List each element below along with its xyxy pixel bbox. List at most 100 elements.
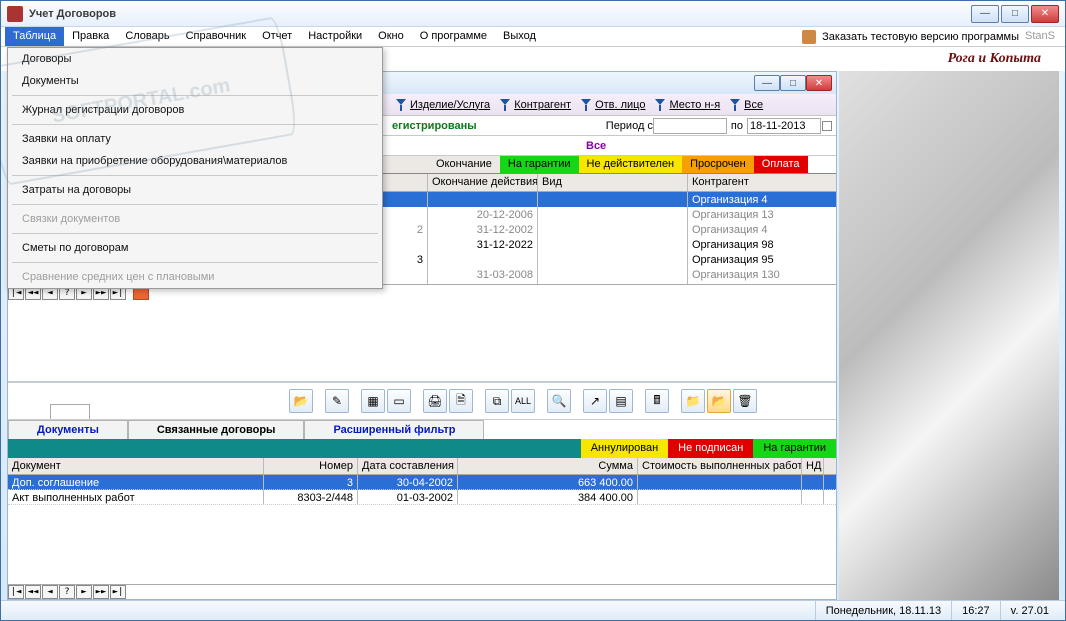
menu-exit[interactable]: Выход [495, 27, 544, 46]
all-button[interactable]: ALL [511, 389, 535, 413]
child-close-button[interactable]: ✕ [806, 75, 832, 91]
menu-otchet[interactable]: Отчет [254, 27, 300, 46]
view-icon[interactable]: ▦ [361, 389, 385, 413]
chip-nep[interactable]: Не подписан [668, 439, 753, 458]
status-chips-strip: Аннулирован Не подписан На гарантии [8, 439, 836, 458]
status-ver: v. 27.01 [1000, 601, 1059, 620]
filter-otv[interactable]: Отв. лицо [595, 99, 645, 111]
dd-sep [12, 204, 378, 205]
status-okonchanie[interactable]: Окончание [428, 156, 500, 173]
registered-label: егистрированы [392, 120, 477, 132]
funnel-icon[interactable] [396, 99, 406, 111]
status-garant[interactable]: На гарантии [500, 156, 579, 173]
col-ctr-header[interactable]: Контрагент [688, 174, 837, 191]
funnel-icon[interactable] [655, 99, 665, 111]
menu-about[interactable]: О программе [412, 27, 495, 46]
company-brand: Рога и Копыта [948, 51, 1041, 67]
calendar-icon[interactable] [822, 121, 832, 131]
copy-icon[interactable]: ⧉ [485, 389, 509, 413]
funnel-icon[interactable] [581, 99, 591, 111]
table-row[interactable]: Акт выполненных работ8303-2/44801-03-200… [8, 490, 836, 505]
app-icon [7, 6, 23, 22]
menu-tablica[interactable]: Таблица [5, 27, 64, 46]
menu-slovar[interactable]: Словарь [117, 27, 177, 46]
dd-zayavki-priobretenie[interactable]: Заявки на приобретение оборудования\мате… [8, 150, 382, 172]
maximize-button[interactable]: □ [1001, 5, 1029, 23]
menu-pravka[interactable]: Правка [64, 27, 117, 46]
order-test-link[interactable]: Заказать тестовую версию программы [802, 27, 1019, 46]
menu-nastroiki[interactable]: Настройки [300, 27, 370, 46]
status-oplata[interactable]: Оплата [754, 156, 808, 173]
grid2-header: Документ Номер Дата составления Сумма Ст… [8, 458, 836, 475]
filter-mesto[interactable]: Место н-я [669, 99, 720, 111]
grid2-nav-row: |◄ ◄◄ ◄ ? ► ►► ►| [8, 584, 836, 599]
close-button[interactable]: ✕ [1031, 5, 1059, 23]
dd-dogovory[interactable]: Договоры [8, 48, 382, 70]
search-icon[interactable]: 🔍 [547, 389, 571, 413]
child-maximize-button[interactable]: □ [780, 75, 806, 91]
edit-icon[interactable]: ✎ [325, 389, 349, 413]
app-window: Учет Договоров — □ ✕ Таблица Правка Слов… [0, 0, 1066, 621]
col-end-header[interactable]: Окончание действия [428, 174, 538, 191]
period-from-input[interactable] [653, 118, 727, 134]
package-icon [802, 30, 816, 44]
dd-journal[interactable]: Журнал регистрации договоров [8, 99, 382, 121]
funnel-icon[interactable] [730, 99, 740, 111]
g2-col-num[interactable]: Номер [264, 458, 358, 474]
filter-vse[interactable]: Все [744, 99, 763, 111]
period-to-input[interactable] [747, 118, 821, 134]
folder-open-icon[interactable]: 📂 [289, 389, 313, 413]
dd-smety[interactable]: Сметы по договорам [8, 237, 382, 259]
dd-zatraty[interactable]: Затраты на договоры [8, 179, 382, 201]
grid2-body[interactable]: Доп. соглашение330-04-2002663 400.00Акт … [8, 475, 836, 584]
folder1-icon[interactable]: 📁 [681, 389, 705, 413]
nav2-q[interactable]: ? [59, 585, 75, 599]
nav2-first[interactable]: |◄ [8, 585, 24, 599]
g2-col-nd[interactable]: НД [802, 458, 824, 474]
filter-izdelie[interactable]: Изделие/Услуга [410, 99, 490, 111]
nav2-last[interactable]: ►| [110, 585, 126, 599]
vse-tab[interactable]: Все [586, 140, 606, 152]
delete-icon[interactable]: 🗑 [733, 389, 757, 413]
chip-ann[interactable]: Аннулирован [581, 439, 668, 458]
chip-gar[interactable]: На гарантии [753, 439, 836, 458]
funnel-icon[interactable] [500, 99, 510, 111]
menu-bar: Таблица Правка Словарь Справочник Отчет … [1, 27, 1065, 47]
tab-filter[interactable]: Расширенный фильтр [304, 420, 484, 439]
minimize-button[interactable]: — [971, 5, 999, 23]
status-nedeist[interactable]: Не действителен [579, 156, 683, 173]
folder-open2-icon[interactable]: 📂 [707, 389, 731, 413]
dd-zayavki-oplata[interactable]: Заявки на оплату [8, 128, 382, 150]
select-icon[interactable]: ▭ [387, 389, 411, 413]
period-label: Период с [606, 120, 653, 132]
col-vid-header[interactable]: Вид [538, 174, 688, 191]
nav2-nextfast[interactable]: ►► [93, 585, 109, 599]
menu-spravochnik[interactable]: Справочник [178, 27, 255, 46]
table-row[interactable]: Доп. соглашение330-04-2002663 400.00 [8, 475, 836, 490]
g2-col-date[interactable]: Дата составления [358, 458, 458, 474]
database-icon[interactable]: ▤ [609, 389, 633, 413]
dd-documenty[interactable]: Документы [8, 70, 382, 92]
child-minimize-button[interactable]: — [754, 75, 780, 91]
lower-tabs: Документы Связанные договоры Расширенный… [8, 420, 836, 439]
g2-col-doc[interactable]: Документ [8, 458, 264, 474]
main-toolbar: 📂 ✎ ▦ ▭ 🖨 🗎 ⧉ ALL 🔍 ↗ ▤ 🖩 � [8, 382, 836, 420]
dd-sep [12, 175, 378, 176]
tab-linked[interactable]: Связанные договоры [128, 420, 305, 439]
window-title: Учет Договоров [29, 8, 971, 20]
g2-col-cost[interactable]: Стоимость выполненных работ [638, 458, 802, 474]
g2-col-sum[interactable]: Сумма [458, 458, 638, 474]
dd-sep [12, 262, 378, 263]
filter-kontragent[interactable]: Контрагент [514, 99, 571, 111]
export-icon[interactable]: ↗ [583, 389, 607, 413]
nav2-next[interactable]: ► [76, 585, 92, 599]
dd-sep [12, 233, 378, 234]
calc-icon[interactable]: 🖩 [645, 389, 669, 413]
print-preview-icon[interactable]: 🗎 [449, 389, 473, 413]
nav2-prevfast[interactable]: ◄◄ [25, 585, 41, 599]
print-icon[interactable]: 🖨 [423, 389, 447, 413]
menu-okno[interactable]: Окно [370, 27, 412, 46]
nav2-prev[interactable]: ◄ [42, 585, 58, 599]
tab-documents[interactable]: Документы [8, 420, 128, 439]
status-prosr[interactable]: Просрочен [682, 156, 754, 173]
